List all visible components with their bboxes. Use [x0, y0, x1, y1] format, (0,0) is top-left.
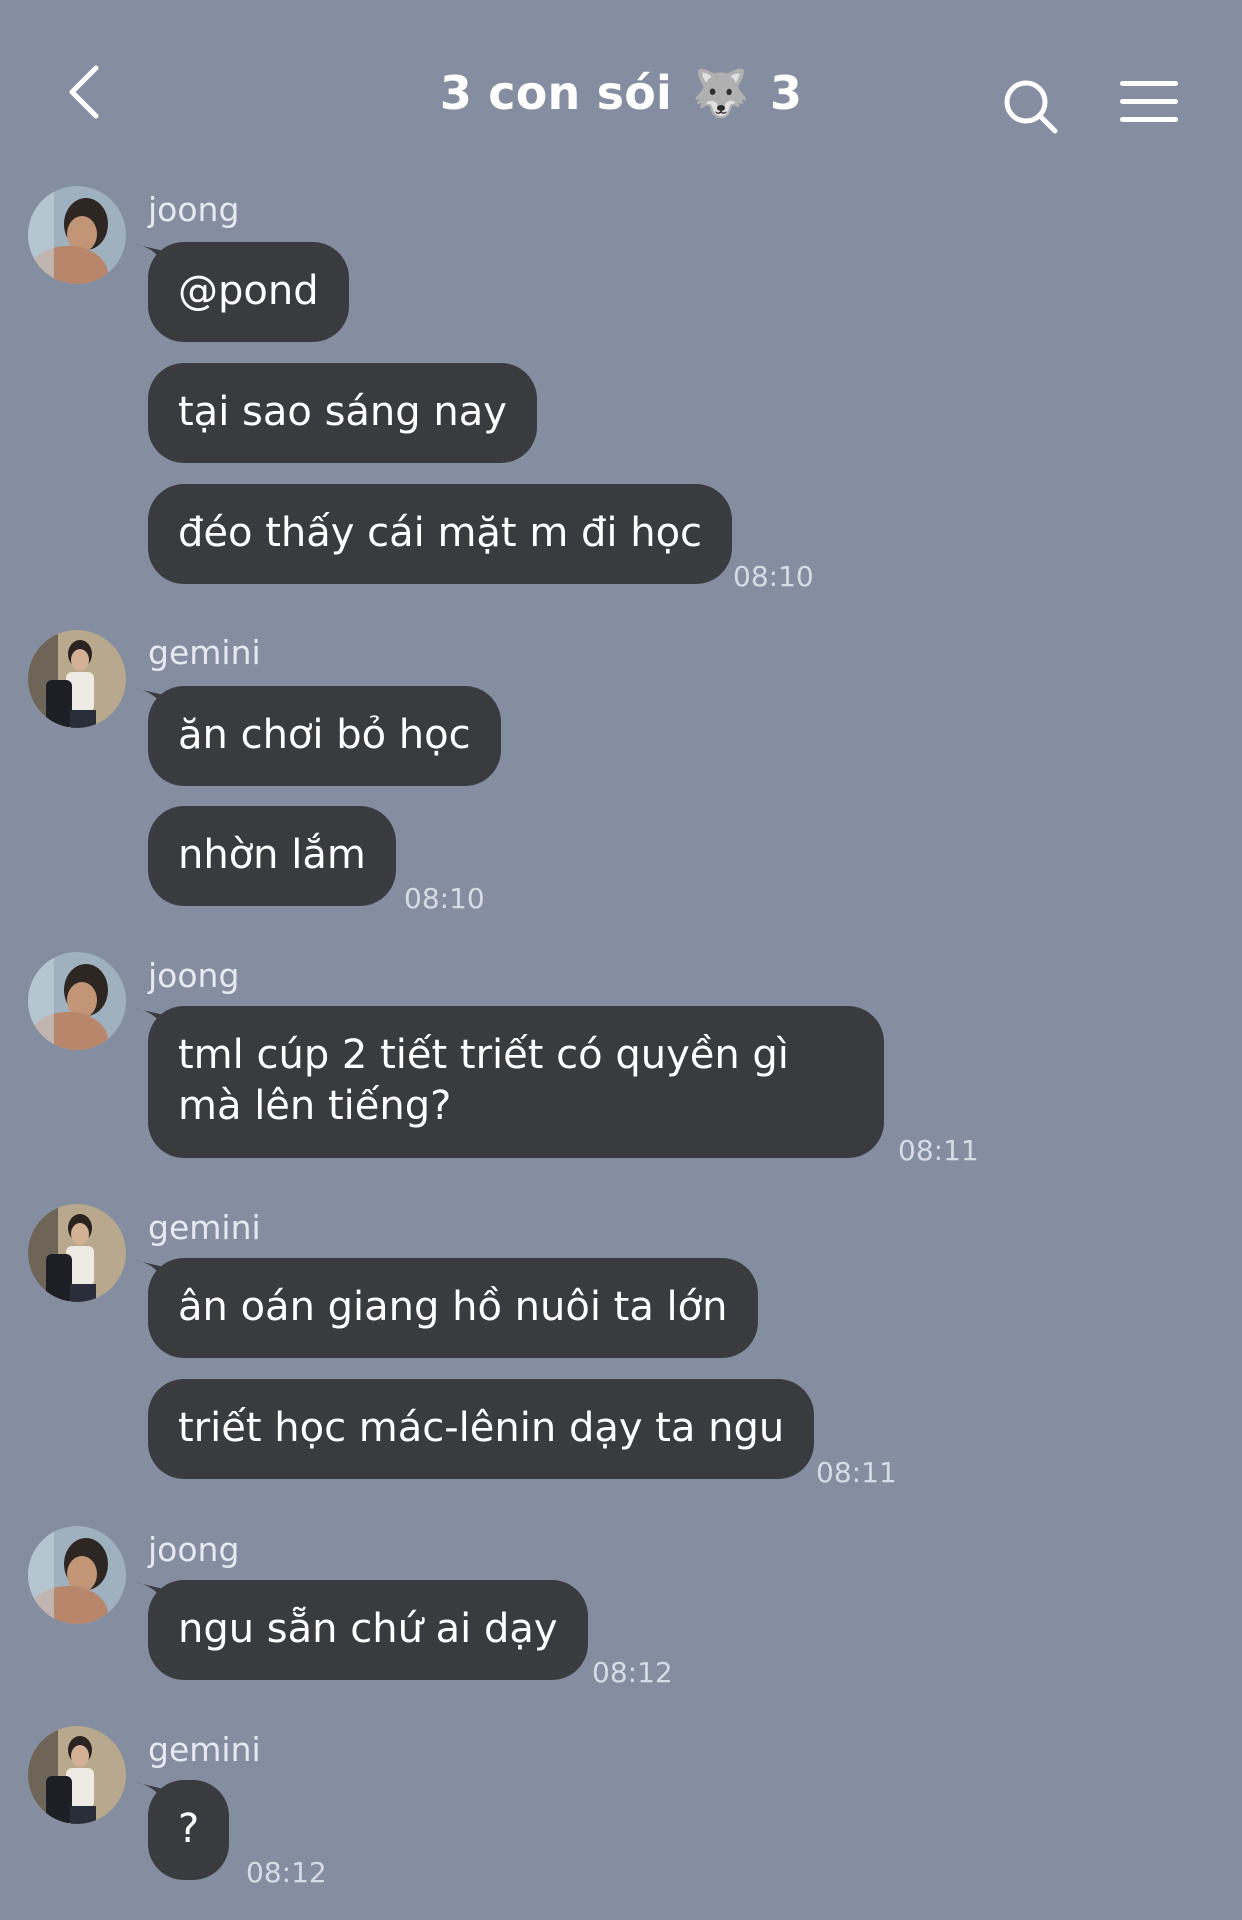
message-time: 08:11 [898, 1134, 979, 1167]
avatar[interactable] [28, 186, 126, 284]
message-bubble[interactable]: ngu sẵn chứ ai dạy [148, 1580, 588, 1680]
message-bubble[interactable]: nhờn lắm [148, 806, 396, 906]
message-bubble[interactable]: tại sao sáng nay [148, 363, 537, 463]
message-bubble[interactable]: đéo thấy cái mặt m đi học [148, 484, 733, 584]
message-time: 08:12 [592, 1656, 673, 1689]
avatar[interactable] [28, 630, 126, 728]
message-time: 08:12 [246, 1856, 327, 1889]
avatar[interactable] [28, 1526, 126, 1624]
message-bubble[interactable]: ân oán giang hồ nuôi ta lớn [148, 1258, 758, 1358]
message-list: joong @pond tại sao sáng nay đéo thấy cá… [0, 0, 1242, 1920]
avatar[interactable] [28, 1726, 126, 1824]
message-time: 08:10 [733, 560, 814, 593]
sender-name: joong [148, 1530, 240, 1569]
sender-name: gemini [148, 1730, 261, 1769]
message-bubble[interactable]: ? [148, 1780, 230, 1880]
message-bubble[interactable]: @pond [148, 242, 349, 342]
avatar[interactable] [28, 1204, 126, 1302]
message-bubble[interactable]: triết học mác-lênin dạy ta ngu [148, 1379, 815, 1479]
avatar[interactable] [28, 952, 126, 1050]
sender-name: joong [148, 956, 240, 995]
message-bubble[interactable]: tml cúp 2 tiết triết có quyền gì mà lên … [148, 1006, 884, 1158]
sender-name: gemini [148, 1208, 261, 1247]
message-bubble[interactable]: ăn chơi bỏ học [148, 686, 501, 786]
message-time: 08:11 [816, 1456, 897, 1489]
sender-name: joong [148, 190, 240, 229]
message-time: 08:10 [404, 882, 485, 915]
sender-name: gemini [148, 633, 261, 672]
